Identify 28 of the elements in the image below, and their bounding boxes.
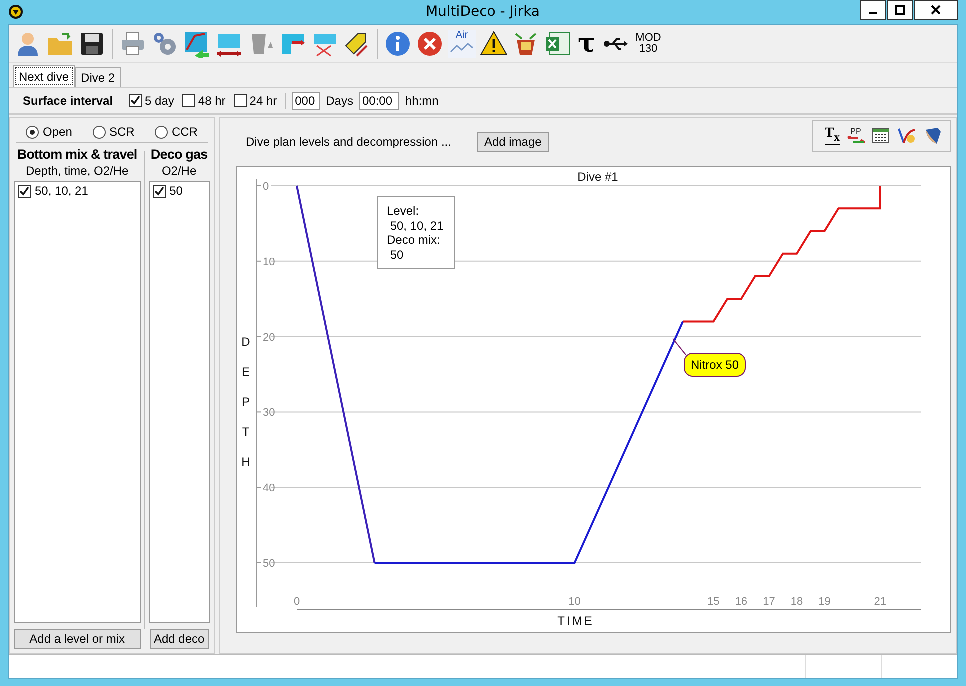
- y-tick-label: 10: [263, 256, 276, 268]
- y-tick-label: 30: [263, 407, 276, 420]
- x-tick-label: 18: [790, 596, 804, 608]
- plan-caption: Dive plan levels and decompression ...: [246, 135, 452, 149]
- x-tick-label: 19: [818, 596, 831, 608]
- deco-gas-heading: Deco gas: [150, 147, 208, 162]
- x-tick-label: 17: [763, 596, 776, 608]
- window-title: MultiDeco - Jirka: [424, 4, 542, 20]
- x-tick-label: 15: [708, 596, 720, 608]
- chart-title: Dive #1: [578, 170, 618, 184]
- x-axis-label: TIME: [558, 614, 594, 628]
- y-tick-label: 20: [263, 332, 276, 344]
- surface-interval-label: Surface interval: [23, 94, 114, 108]
- gas-callout: Nitrox 50: [684, 353, 746, 377]
- deco-gas-subtitle: O2/He: [162, 164, 197, 178]
- x-tick-label: 16: [735, 596, 748, 608]
- y-tick-label: 50: [263, 558, 276, 570]
- x-tick-label: 10: [568, 596, 581, 608]
- bottom-mix-heading: Bottom mix & travel: [17, 147, 138, 162]
- x-tick-label: 0: [294, 596, 300, 608]
- level-tooltip: Level: 50, 10, 21 Deco mix: 50: [377, 196, 455, 269]
- y-axis-label: DEPTH: [242, 335, 250, 469]
- x-tick-label: 21: [874, 596, 886, 608]
- time-format-label: hh:mn: [405, 94, 439, 108]
- y-tick-label: 0: [263, 181, 270, 193]
- days-label: Days: [326, 94, 354, 108]
- y-tick-label: 40: [263, 482, 276, 495]
- bottom-mix-subtitle: Depth, time, O2/He: [26, 164, 129, 178]
